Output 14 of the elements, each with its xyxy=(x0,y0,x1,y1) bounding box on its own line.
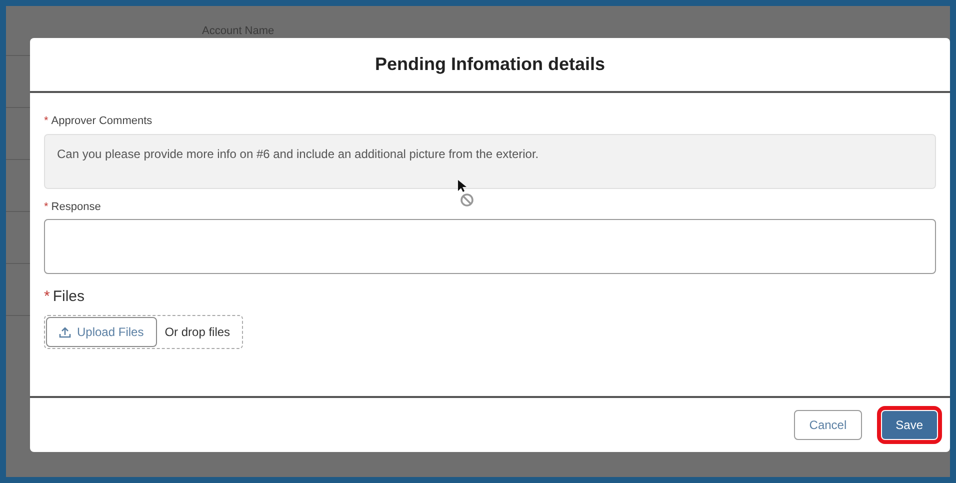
save-button[interactable]: Save xyxy=(882,411,937,439)
modal-title: Pending Infomation details xyxy=(374,53,605,76)
required-mark: * xyxy=(44,115,48,127)
text-area[interactable] xyxy=(44,219,936,274)
field-label: * Approver Comments xyxy=(44,114,154,129)
upload-icon xyxy=(59,326,71,338)
file-drop-zone[interactable]: Upload Files Or drop files xyxy=(44,314,244,348)
files-label: * Files xyxy=(44,287,86,307)
required-mark: * xyxy=(44,200,48,212)
field-label: * Response xyxy=(44,200,102,214)
upload-files-button[interactable]: Upload Files xyxy=(46,316,157,346)
required-mark: * xyxy=(44,288,50,305)
drop-files-text: Or drop files xyxy=(164,324,230,340)
cancel-button[interactable]: Cancel xyxy=(794,410,862,440)
